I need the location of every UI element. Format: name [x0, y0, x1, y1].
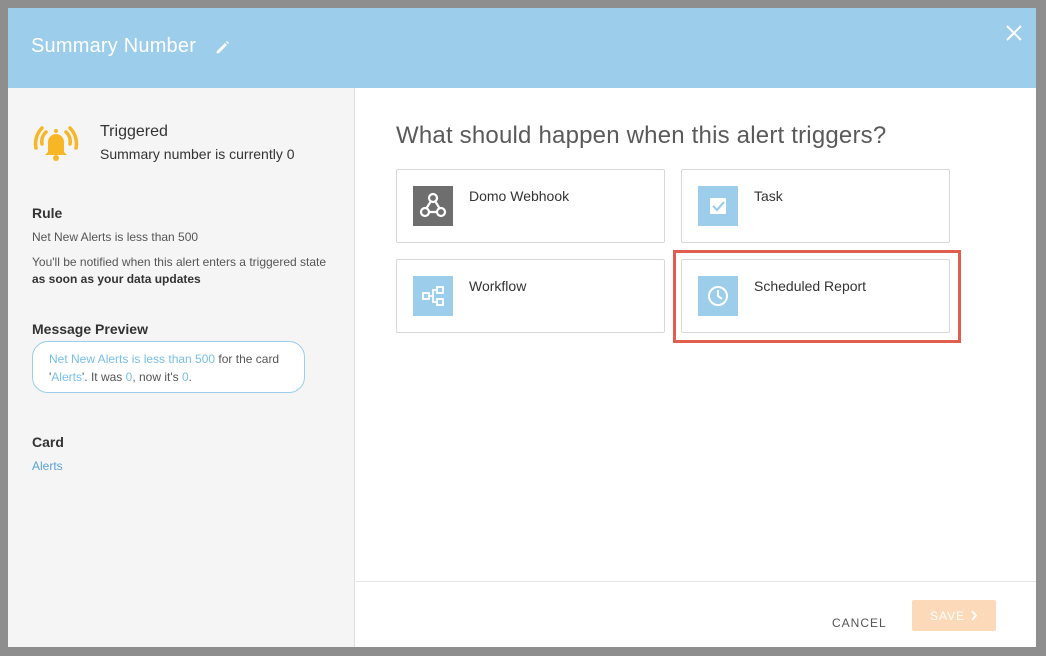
save-button[interactable]: SAVE: [912, 600, 996, 631]
action-label: Domo Webhook: [469, 188, 570, 204]
modal-header: Summary Number: [8, 8, 1036, 88]
status-title: Triggered: [100, 123, 168, 140]
close-icon[interactable]: [1005, 24, 1023, 42]
rule-heading: Rule: [32, 205, 63, 221]
rule-text: Net New Alerts is less than 500: [32, 230, 199, 244]
action-task[interactable]: Task: [681, 169, 950, 243]
notify-bold: as soon as your data updates: [32, 272, 201, 286]
action-workflow[interactable]: Workflow: [396, 259, 665, 333]
action-label: Workflow: [469, 278, 527, 294]
workflow-icon: [413, 276, 453, 316]
task-checkbox-icon: [698, 186, 738, 226]
card-heading: Card: [32, 434, 64, 450]
cancel-button[interactable]: CANCEL: [832, 616, 887, 630]
scheduled-report-highlight: [673, 250, 961, 343]
action-question: What should happen when this alert trigg…: [396, 122, 887, 149]
save-label: SAVE: [930, 609, 966, 623]
preview-rule: Net New Alerts is less than 500: [49, 352, 216, 366]
status-subtitle: Summary number is currently 0: [100, 146, 295, 162]
action-panel: What should happen when this alert trigg…: [356, 88, 1036, 647]
alert-modal: Summary Number Triggered Summary number …: [8, 8, 1036, 647]
pencil-icon[interactable]: [215, 40, 230, 55]
message-preview-heading: Message Preview: [32, 321, 148, 337]
notify-text: You'll be notified when this alert enter…: [32, 254, 332, 288]
preview-text: .: [188, 370, 192, 384]
action-domo-webhook[interactable]: Domo Webhook: [396, 169, 665, 243]
footer-divider: [356, 581, 1036, 582]
modal-title: Summary Number: [31, 35, 197, 57]
action-label: Task: [754, 188, 783, 204]
preview-text: '. It was: [81, 370, 126, 384]
alert-summary-panel: Triggered Summary number is currently 0 …: [8, 88, 355, 647]
preview-text: , now it's: [132, 370, 182, 384]
chevron-right-icon: [971, 610, 978, 621]
message-preview-bubble: Net New Alerts is less than 500 for the …: [32, 341, 305, 393]
alarm-bell-icon: [33, 126, 79, 161]
card-link[interactable]: Alerts: [32, 459, 63, 473]
notify-prefix: You'll be notified when this alert enter…: [32, 255, 327, 269]
preview-card: Alerts: [51, 370, 82, 384]
preview-new-value: 0: [181, 370, 189, 384]
webhook-icon: [413, 186, 453, 226]
